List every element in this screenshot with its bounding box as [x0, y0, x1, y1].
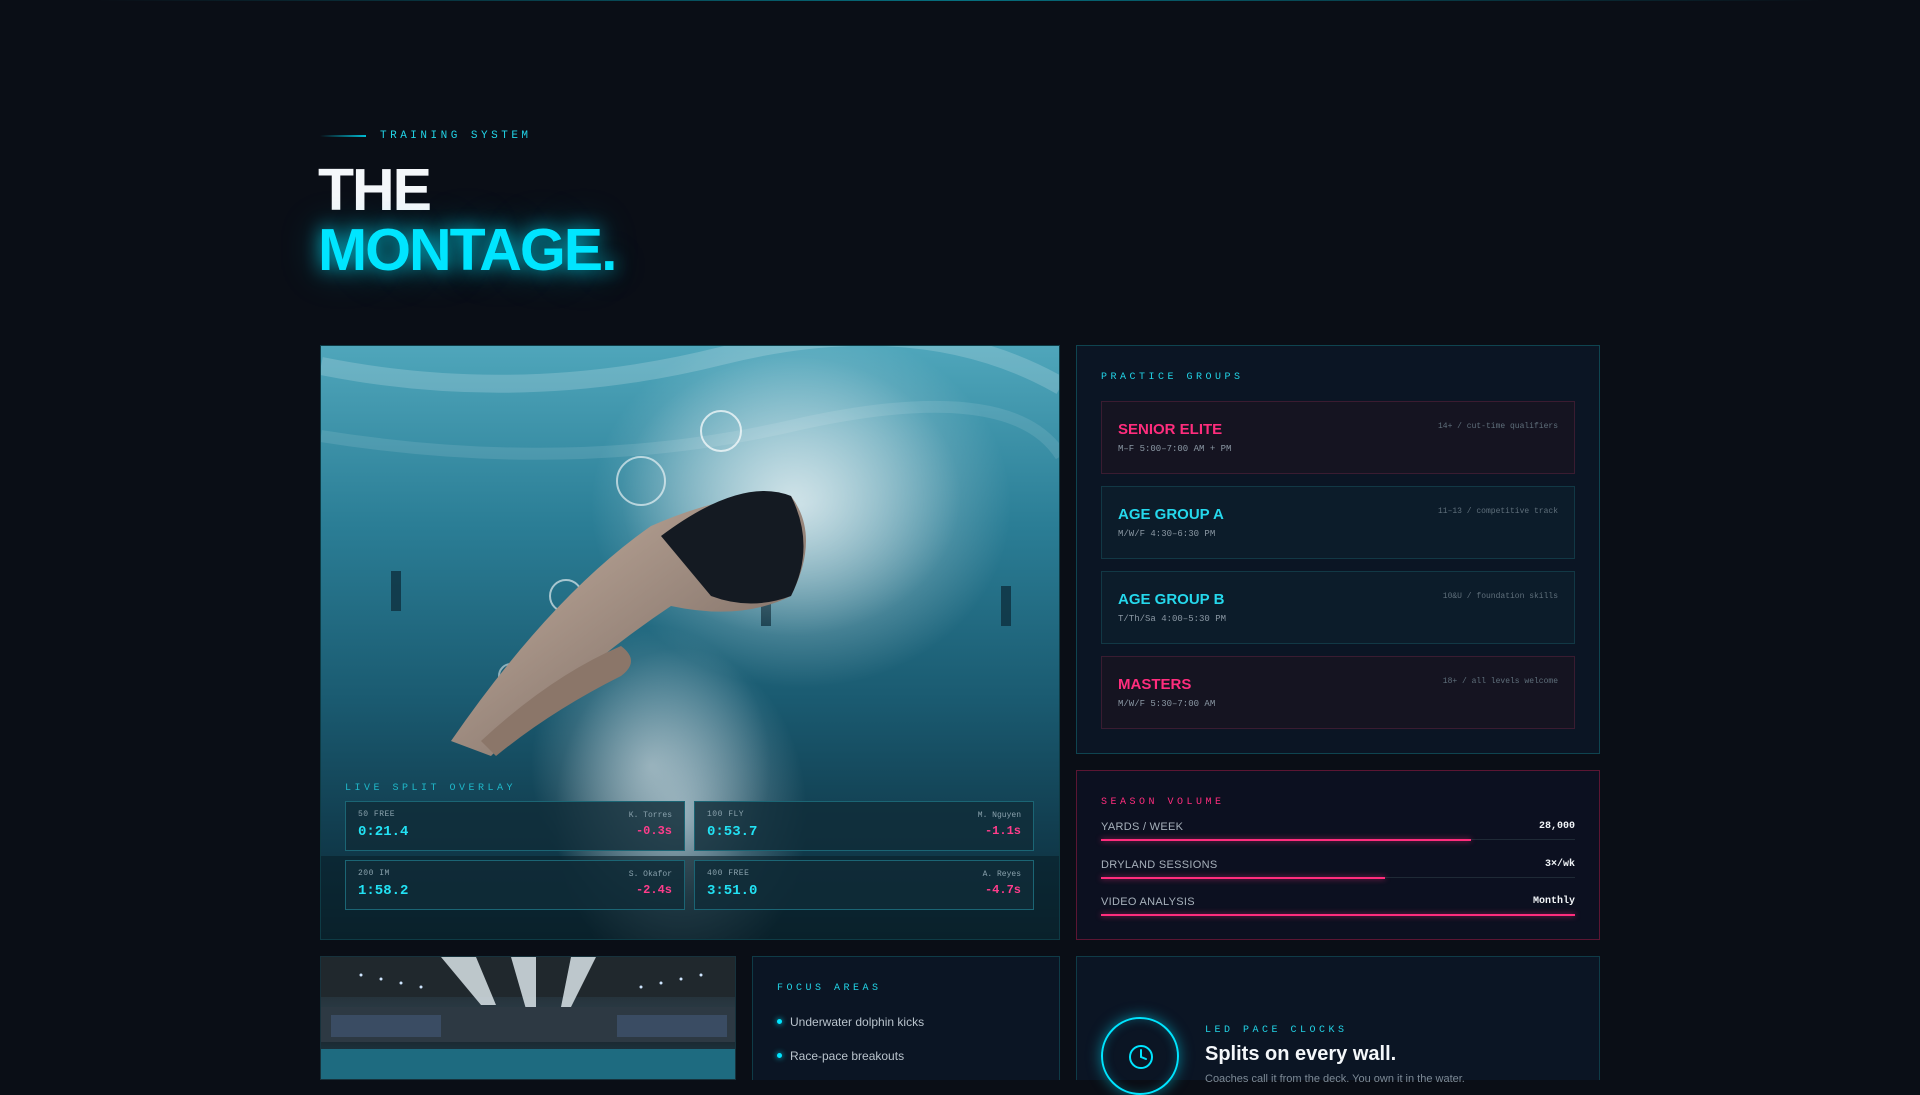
clock-icon: [1101, 1017, 1179, 1095]
focus-item-text: Underwater dolphin kicks: [790, 1015, 925, 1029]
volume-row: VIDEO ANALYSIS Monthly: [1101, 896, 1575, 918]
focus-item: Race-pace breakouts: [777, 1049, 904, 1063]
group-meta: 14+ / cut-time qualifiers: [1437, 422, 1558, 431]
eyebrow: TRAINING SYSTEM: [320, 130, 532, 142]
title-line-1: THE: [318, 157, 432, 223]
group-name: SENIOR ELITE: [1118, 421, 1223, 438]
split-card[interactable]: 100 FLY 0:53.7 M. Nguyen -1.1s: [694, 801, 1034, 851]
hero-photo-panel: LIVE SPLIT OVERLAY 50 FREE 0:21.4 K. Tor…: [320, 345, 1060, 940]
split-swimmer: A. Reyes: [982, 870, 1021, 879]
pool-image: [321, 957, 735, 1079]
group-card-masters[interactable]: MASTERS M/W/F 5:30–7:00 AM 18+ / all lev…: [1101, 656, 1575, 729]
split-delta: -0.3s: [635, 824, 672, 838]
split-delta: -1.1s: [984, 824, 1021, 838]
split-card[interactable]: 400 FREE 3:51.0 A. Reyes -4.7s: [694, 860, 1034, 910]
bullet-dot-icon: [777, 1053, 782, 1059]
volume-name: VIDEO ANALYSIS: [1101, 896, 1195, 908]
split-swimmer: K. Torres: [628, 811, 672, 820]
practice-groups-panel: PRACTICE GROUPS SENIOR ELITE M–F 5:00–7:…: [1076, 345, 1600, 754]
split-time: 3:51.0: [707, 883, 758, 899]
group-meta: 11–13 / competitive track: [1437, 507, 1558, 516]
group-meta: 10&U / foundation skills: [1442, 592, 1558, 601]
volume-value: 3×/wk: [1544, 859, 1575, 870]
focus-areas-panel: FOCUS AREAS Underwater dolphin kicks Rac…: [752, 956, 1060, 1080]
split-delta: -2.4s: [635, 883, 672, 897]
split-swimmer: M. Nguyen: [977, 811, 1021, 820]
volume-name: DRYLAND SESSIONS: [1101, 859, 1218, 871]
top-accent-line: [0, 0, 1920, 1]
split-time: 0:21.4: [358, 824, 409, 840]
volume-row: YARDS / WEEK 28,000: [1101, 821, 1575, 843]
group-name: MASTERS: [1118, 676, 1192, 693]
volume-row: DRYLAND SESSIONS 3×/wk: [1101, 859, 1575, 881]
volume-name: YARDS / WEEK: [1101, 821, 1184, 833]
group-card-age-group-a[interactable]: AGE GROUP A M/W/F 4:30–6:30 PM 11–13 / c…: [1101, 486, 1575, 559]
split-delta: -4.7s: [984, 883, 1021, 897]
split-time: 1:58.2: [358, 883, 409, 899]
volume-bar: [1101, 877, 1386, 879]
split-swimmer: S. Okafor: [628, 870, 672, 879]
focus-areas-label: FOCUS AREAS: [777, 983, 882, 994]
pool-photo: [320, 956, 736, 1080]
group-name: AGE GROUP A: [1118, 506, 1224, 523]
volume-bar: [1101, 839, 1471, 841]
group-card-senior-elite[interactable]: SENIOR ELITE M–F 5:00–7:00 AM + PM 14+ /…: [1101, 401, 1575, 474]
season-volume-panel: SEASON VOLUME YARDS / WEEK 28,000 DRYLAN…: [1076, 770, 1600, 940]
led-clocks-label: LED PACE CLOCKS: [1205, 1025, 1348, 1036]
group-meta: 18+ / all levels welcome: [1442, 677, 1558, 686]
split-card[interactable]: 200 IM 1:58.2 S. Okafor -2.4s: [345, 860, 685, 910]
group-schedule: M–F 5:00–7:00 AM + PM: [1118, 444, 1232, 454]
focus-item-text: Race-pace breakouts: [790, 1049, 905, 1063]
season-volume-label: SEASON VOLUME: [1101, 797, 1225, 808]
bullet-dot-icon: [777, 1019, 782, 1025]
led-clocks-panel: LED PACE CLOCKS Splits on every wall. Co…: [1076, 956, 1600, 1095]
title-line-2: MONTAGE.: [318, 217, 618, 283]
page-title: THE MONTAGE.: [318, 157, 618, 283]
group-schedule: T/Th/Sa 4:00–5:30 PM: [1118, 614, 1227, 624]
split-time: 0:53.7: [707, 824, 758, 840]
eyebrow-label: TRAINING SYSTEM: [380, 130, 532, 142]
group-schedule: M/W/F 4:30–6:30 PM: [1118, 529, 1216, 539]
focus-item: Underwater dolphin kicks: [777, 1015, 924, 1029]
split-event: 100 FLY: [707, 810, 745, 819]
split-event: 50 FREE: [358, 810, 396, 819]
volume-value: 28,000: [1538, 821, 1575, 832]
practice-groups-label: PRACTICE GROUPS: [1101, 372, 1244, 383]
volume-value: Monthly: [1532, 896, 1575, 907]
split-card[interactable]: 50 FREE 0:21.4 K. Torres -0.3s: [345, 801, 685, 851]
group-schedule: M/W/F 5:30–7:00 AM: [1118, 699, 1216, 709]
volume-bar: [1101, 914, 1575, 916]
led-clocks-description: Coaches call it from the deck. You own i…: [1205, 1073, 1465, 1085]
group-card-age-group-b[interactable]: AGE GROUP B T/Th/Sa 4:00–5:30 PM 10&U / …: [1101, 571, 1575, 644]
group-name: AGE GROUP B: [1118, 591, 1225, 608]
split-event: 400 FREE: [707, 869, 750, 878]
split-event: 200 IM: [358, 869, 390, 878]
split-overlay-label: LIVE SPLIT OVERLAY: [345, 783, 517, 794]
led-clocks-title: Splits on every wall.: [1205, 1043, 1397, 1065]
eyebrow-dash: [320, 135, 366, 137]
